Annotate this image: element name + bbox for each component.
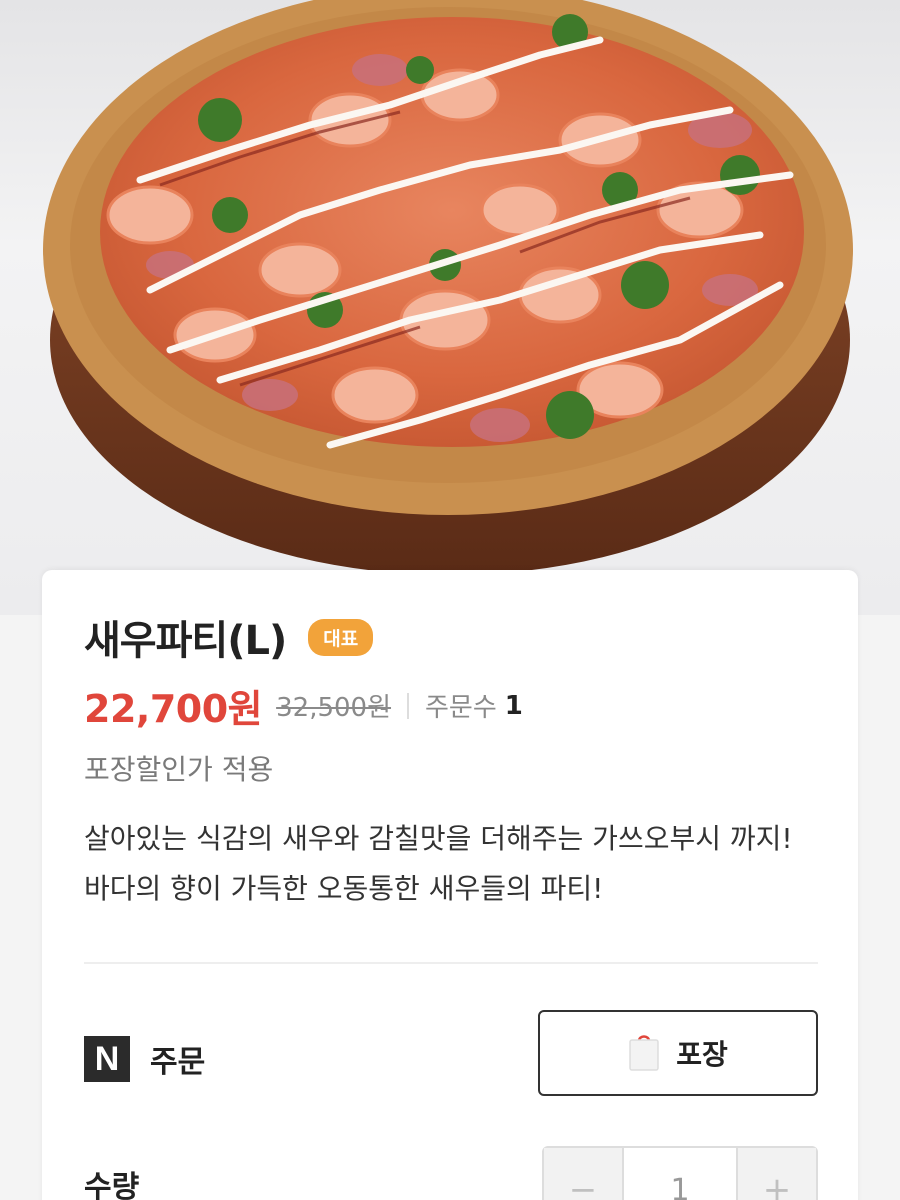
- quantity-decrease-button[interactable]: −: [544, 1148, 624, 1200]
- discount-note: 포장할인가 적용: [84, 753, 274, 786]
- naver-logo-icon: N: [84, 1036, 130, 1082]
- original-price: 32,500원: [276, 693, 392, 723]
- sale-price: 22,700원: [84, 687, 263, 731]
- quantity-stepper[interactable]: − 1 +: [542, 1146, 818, 1200]
- product-name: 새우파티(L): [84, 618, 287, 664]
- product-detail-page: 새우파티(L) 대표 22,700원 32,500원 주문수 1 포장할인가 적…: [0, 0, 900, 1200]
- order-count: 1: [504, 690, 523, 721]
- representative-badge: 대표: [308, 618, 374, 656]
- quantity-increase-button[interactable]: +: [736, 1148, 816, 1200]
- shopping-bag-icon: [628, 1031, 660, 1075]
- price-row: 22,700원 32,500원 주문수 1: [84, 678, 523, 733]
- quantity-value: 1: [670, 1172, 690, 1200]
- pack-button-label: 포장: [676, 1038, 728, 1071]
- quantity-label: 수량: [84, 1170, 140, 1200]
- order-count-label: 주문수: [425, 693, 497, 723]
- product-description: 살아있는 식감의 새우와 감칠맛을 더해주는 가쓰오부시 까지! 바다의 향이 …: [84, 822, 793, 905]
- product-info-card: 새우파티(L) 대표 22,700원 32,500원 주문수 1 포장할인가 적…: [42, 570, 858, 1200]
- order-label-row: N 주문: [84, 1036, 205, 1082]
- pack-button[interactable]: 포장: [538, 1010, 818, 1096]
- pizza-photo-icon: [43, 0, 853, 575]
- price-divider: [407, 692, 410, 719]
- product-image: [0, 0, 900, 615]
- title-row: 새우파티(L) 대표: [84, 608, 374, 666]
- section-divider: [84, 962, 818, 964]
- order-label: 주문: [150, 1045, 206, 1080]
